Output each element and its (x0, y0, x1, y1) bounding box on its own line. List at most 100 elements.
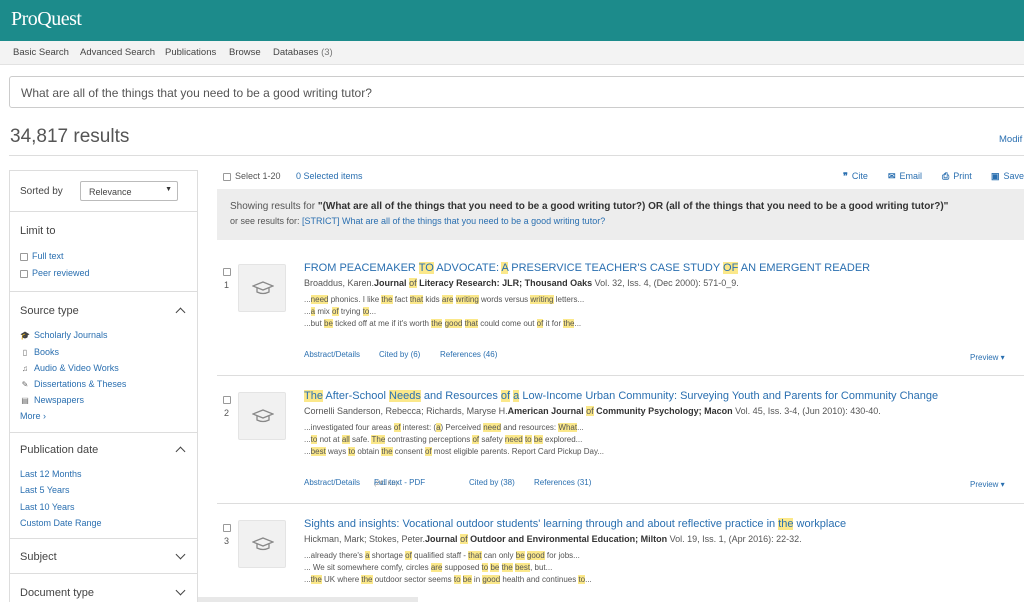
full-text-checkbox[interactable]: Full text (20, 251, 64, 261)
text-segment: words versus (478, 295, 531, 304)
result-checkbox[interactable] (223, 266, 235, 276)
pub-last-10-years[interactable]: Last 10 Years (20, 502, 75, 512)
checkbox-icon[interactable] (223, 172, 231, 181)
proquest-logo[interactable]: ProQuest (11, 8, 82, 31)
expand-chevron-icon[interactable] (175, 549, 186, 560)
keyword-highlight: of (405, 551, 412, 560)
checkbox-icon[interactable] (223, 267, 231, 276)
limit-to-title: Limit to (20, 225, 56, 237)
text-segment: safety (479, 435, 505, 444)
nav-basic-search[interactable]: Basic Search (13, 47, 69, 58)
text-segment: for jobs... (544, 551, 580, 560)
printer-icon: ⎙ (942, 171, 950, 181)
result-title-link[interactable]: Sights and insights: Vocational outdoor … (304, 518, 846, 530)
nav-databases-label: Databases (273, 47, 319, 58)
collapse-chevron-icon[interactable] (175, 446, 186, 457)
pub-last-5-years[interactable]: Last 5 Years (20, 485, 70, 495)
text-segment: Outdoor and Environmental Education; Mil… (467, 534, 668, 544)
or-see-label: or see results for: (230, 216, 303, 226)
newspaper-icon: ▤ (21, 396, 29, 405)
pub-last-12-months[interactable]: Last 12 Months (20, 469, 82, 479)
pub-custom-range[interactable]: Custom Date Range (20, 518, 102, 528)
mortarboard-icon (252, 537, 274, 551)
keyword-highlight: the (501, 563, 513, 572)
text-segment: could come out (477, 319, 537, 328)
modify-search-link[interactable]: Modif (999, 134, 1022, 145)
checkbox-icon[interactable] (223, 395, 231, 404)
print-label: Print (953, 171, 972, 181)
keyword-highlight: of (424, 447, 432, 456)
nav-advanced-search[interactable]: Advanced Search (80, 47, 155, 58)
full-text-pdf-label: Full text - PDF (374, 478, 426, 487)
result-citation: Cornelli Sanderson, Rebecca; Richards, M… (304, 406, 881, 416)
horizontal-scrollbar[interactable] (198, 597, 418, 602)
select-all-checkbox[interactable]: Select 1-20 (223, 171, 281, 181)
checkbox-icon[interactable] (20, 269, 28, 278)
save-button[interactable]: ▣ Save (991, 171, 1024, 182)
strict-search-link[interactable]: [STRICT] What are all of the things that… (302, 216, 605, 226)
preview-toggle[interactable]: Preview ▾ (970, 353, 1005, 362)
text-segment: ...investigated four areas (304, 423, 394, 432)
peer-reviewed-checkbox[interactable]: Peer reviewed (20, 268, 90, 278)
cite-label: Cite (851, 171, 868, 181)
keyword-highlight: of (393, 423, 401, 432)
references-link[interactable]: References (46) (440, 350, 497, 359)
text-segment: ... (304, 575, 311, 584)
keyword-highlight: be (533, 435, 543, 444)
references-link[interactable]: References (31) (534, 478, 591, 487)
keyword-highlight: the (381, 447, 393, 456)
text-segment: ) Perceived (440, 423, 484, 432)
keyword-highlight: need (310, 295, 329, 304)
checkbox-icon[interactable] (223, 523, 231, 532)
publication-date-section: Publication date Last 12 Months Last 5 Y… (10, 432, 197, 538)
text-segment: consent (392, 447, 425, 456)
keyword-highlight: good (482, 575, 501, 584)
keyword-highlight: writing (530, 295, 554, 304)
text-segment: ways (325, 447, 349, 456)
abstract-details-link[interactable]: Abstract/Details (304, 350, 360, 359)
book-icon: ▯ (22, 348, 28, 357)
text-segment: ... (577, 423, 584, 432)
result-checkbox[interactable] (223, 394, 235, 404)
text-segment: ADVOCATE: (433, 262, 502, 274)
cite-button[interactable]: ❞ Cite (843, 171, 868, 182)
scholarly-journal-thumbnail (238, 264, 286, 312)
cited-by-link[interactable]: Cited by (38) (469, 478, 515, 487)
nav-publications[interactable]: Publications (165, 47, 216, 58)
source-newspapers[interactable]: ▤ Newspapers (20, 395, 84, 405)
result-citation: Hickman, Mark; Stokes, Peter.Journal of … (304, 534, 802, 544)
result-title-link[interactable]: FROM PEACEMAKER TO ADVOCATE: A PRESERVIC… (304, 262, 870, 274)
publication-date-title[interactable]: Publication date (20, 444, 98, 456)
document-type-title[interactable]: Document type (20, 587, 94, 599)
subject-title[interactable]: Subject (20, 551, 57, 563)
keyword-highlight: the (563, 319, 575, 328)
source-audio-video[interactable]: ♫ Audio & Video Works (20, 363, 119, 373)
subject-section: Subject (10, 538, 197, 573)
result-snippet: ...already there's a shortage of qualifi… (304, 551, 580, 560)
email-button[interactable]: ✉ Email (888, 171, 922, 182)
expand-chevron-icon[interactable] (175, 585, 186, 596)
nav-browse[interactable]: Browse (229, 47, 261, 58)
source-books[interactable]: ▯ Books (20, 347, 59, 357)
result-title-link[interactable]: The After-School Needs and Resources of … (304, 390, 938, 402)
source-dissertations[interactable]: ✎ Dissertations & Theses (20, 379, 127, 389)
nav-databases[interactable]: Databases (3) (273, 47, 333, 58)
source-type-title[interactable]: Source type (20, 305, 79, 317)
showing-results-banner: Showing results for "(What are all of th… (217, 189, 1024, 240)
collapse-chevron-icon[interactable] (175, 307, 186, 318)
cited-by-link[interactable]: Cited by (6) (379, 350, 420, 359)
search-input[interactable]: What are all of the things that you need… (9, 76, 1024, 108)
source-scholarly-journals[interactable]: 🎓 Scholarly Journals (20, 330, 108, 340)
checkbox-icon[interactable] (20, 252, 28, 261)
more-source-types-link[interactable]: More › (20, 411, 46, 421)
keyword-highlight: good (526, 551, 545, 560)
source-label: Books (34, 347, 60, 357)
abstract-details-link[interactable]: Abstract/Details (304, 478, 360, 487)
text-segment: health and continues (500, 575, 579, 584)
full-text-pdf-link[interactable]: Full text - PDF (241 KB) (374, 478, 425, 487)
selected-items-link[interactable]: 0 Selected items (296, 171, 363, 181)
sort-select[interactable]: Relevance ▼ (80, 181, 178, 201)
preview-toggle[interactable]: Preview ▾ (970, 480, 1005, 489)
result-checkbox[interactable] (223, 522, 235, 532)
print-button[interactable]: ⎙ Print (942, 171, 972, 182)
